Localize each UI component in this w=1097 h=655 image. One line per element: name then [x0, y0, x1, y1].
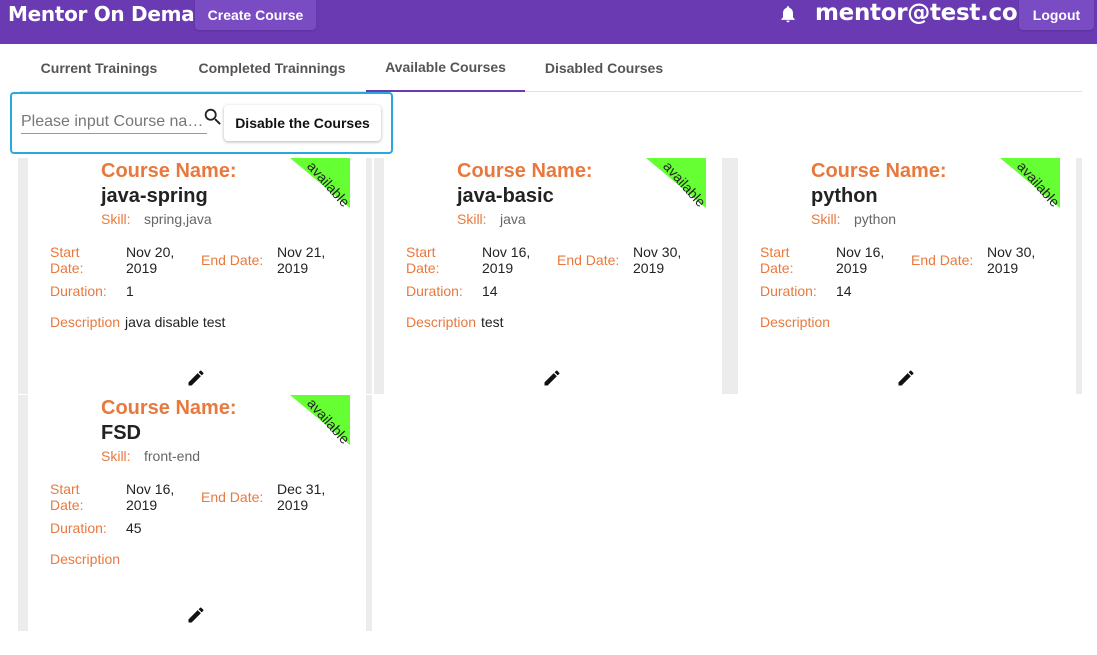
duration-label: Duration:	[50, 283, 107, 299]
end-date-label: End Date:	[911, 252, 974, 268]
edit-icon[interactable]	[186, 368, 206, 388]
course-card: available Course Name: FSD Skill: front-…	[18, 395, 372, 631]
duration-label: Duration:	[50, 520, 107, 536]
start-date-label-line2: Date:	[50, 260, 84, 276]
duration-value: 14	[482, 283, 498, 299]
end-date-value-line2: 2019	[277, 497, 309, 513]
duration-value: 45	[126, 520, 142, 536]
edit-icon[interactable]	[542, 368, 562, 388]
end-date-label: End Date:	[557, 252, 620, 268]
description-label: Description	[50, 551, 121, 567]
duration-label: Duration:	[760, 283, 817, 299]
disable-courses-button[interactable]: Disable the Courses	[224, 105, 381, 141]
end-date-value-line1: Nov 30,	[987, 244, 1036, 260]
end-date-label: End Date:	[201, 252, 264, 268]
start-date-label-line2: Date:	[406, 260, 440, 276]
start-date-label-line1: Start	[406, 244, 436, 260]
course-name-label: Course Name:	[101, 160, 237, 182]
logout-button[interactable]: Logout	[1019, 0, 1094, 30]
tab-bar: Current Trainings Completed Trainnings A…	[20, 44, 1082, 92]
start-date-value-line2: 2019	[482, 260, 514, 276]
start-date-label-line1: Start	[760, 244, 790, 260]
end-date-value-line1: Nov 30,	[633, 244, 682, 260]
search-icon[interactable]	[202, 106, 224, 128]
course-search-input[interactable]	[21, 104, 207, 134]
description-value: test	[481, 314, 504, 330]
start-date-label-line2: Date:	[50, 497, 84, 513]
description-value: java disable test	[125, 314, 226, 330]
end-date-value-line1: Nov 21,	[277, 244, 326, 260]
end-date-value-line2: 2019	[633, 260, 665, 276]
skill-value: java	[500, 211, 526, 227]
tab-current-trainings[interactable]: Current Trainings	[20, 44, 178, 92]
course-name: java-basic	[457, 185, 554, 207]
start-date-value-line2: 2019	[126, 497, 158, 513]
start-date-label-line2: Date:	[760, 260, 794, 276]
tab-available-courses[interactable]: Available Courses	[366, 44, 525, 92]
edit-icon[interactable]	[896, 368, 916, 388]
start-date-label-line1: Start	[50, 244, 80, 260]
start-date-value-line1: Nov 16,	[482, 244, 531, 260]
course-card: available Course Name: java-basic Skill:…	[374, 158, 728, 394]
end-date-value-line1: Dec 31,	[277, 481, 326, 497]
start-date-value-line1: Nov 16,	[836, 244, 885, 260]
end-date-label: End Date:	[201, 489, 264, 505]
end-date-value-line2: 2019	[277, 260, 309, 276]
user-email: mentor@test.com	[815, 0, 1041, 26]
course-name-label: Course Name:	[811, 160, 947, 182]
description-label: Description	[406, 314, 477, 330]
skill-value: python	[854, 211, 897, 227]
course-name: python	[811, 185, 878, 207]
duration-value: 1	[126, 283, 134, 299]
course-card: available Course Name: python Skill: pyt…	[728, 158, 1082, 394]
start-date-value-line2: 2019	[126, 260, 158, 276]
duration-value: 14	[836, 283, 852, 299]
bell-icon[interactable]	[778, 3, 798, 25]
create-course-button[interactable]: Create Course	[195, 0, 316, 30]
skill-value: spring,java	[144, 211, 212, 227]
skill-label: Skill:	[811, 211, 841, 227]
skill-label: Skill:	[101, 448, 131, 464]
course-name-label: Course Name:	[457, 160, 593, 182]
skill-label: Skill:	[457, 211, 487, 227]
start-date-label-line1: Start	[50, 481, 80, 497]
search-panel: Disable the Courses	[10, 92, 393, 154]
skill-label: Skill:	[101, 211, 131, 227]
course-name-label: Course Name:	[101, 397, 237, 419]
course-name: java-spring	[101, 185, 208, 207]
course-card: available Course Name: java-spring Skill…	[18, 158, 372, 394]
edit-icon[interactable]	[186, 605, 206, 625]
start-date-value-line2: 2019	[836, 260, 868, 276]
description-label: Description	[50, 314, 121, 330]
description-label: Description	[760, 314, 831, 330]
tab-disabled-courses[interactable]: Disabled Courses	[529, 44, 679, 92]
skill-value: front-end	[144, 448, 201, 464]
course-name: FSD	[101, 422, 141, 444]
tab-completed-trainings[interactable]: Completed Trainnings	[190, 44, 354, 92]
end-date-value-line2: 2019	[987, 260, 1019, 276]
top-app-bar: Mentor On Demand Create Course mentor@te…	[0, 0, 1097, 44]
start-date-value-line1: Nov 16,	[126, 481, 175, 497]
duration-label: Duration:	[406, 283, 463, 299]
brand-title[interactable]: Mentor On Demand	[8, 2, 223, 26]
start-date-value-line1: Nov 20,	[126, 244, 175, 260]
